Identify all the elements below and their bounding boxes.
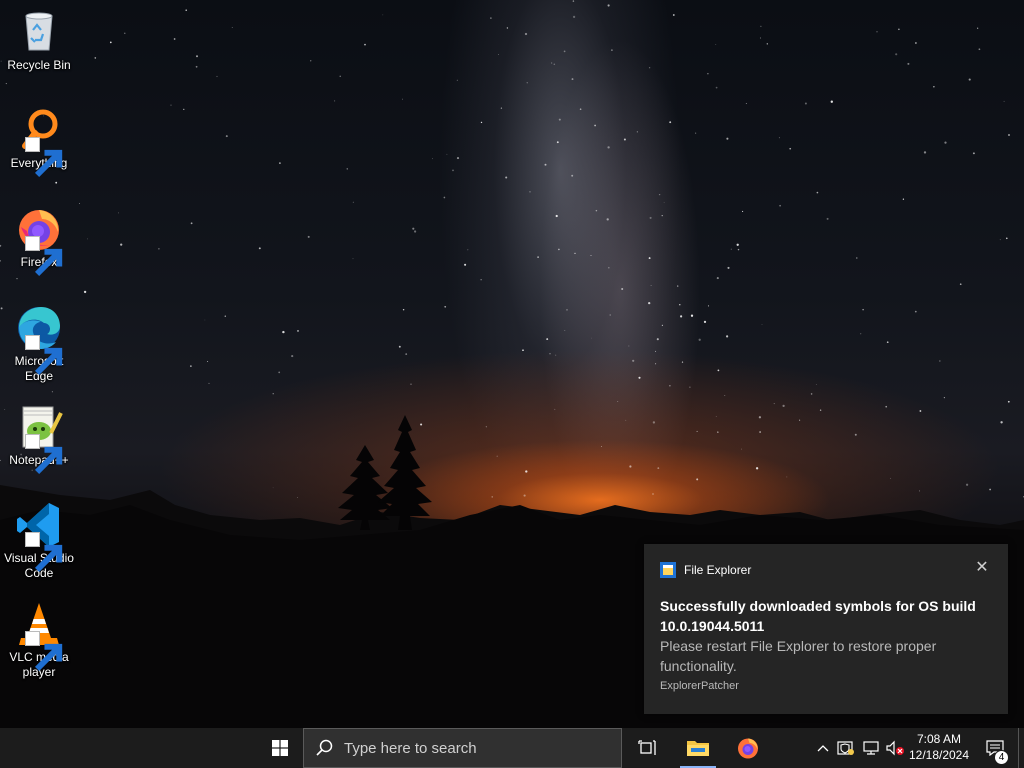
toast-title: Successfully downloaded symbols for OS b… [660,598,976,634]
edge-icon [15,304,63,376]
taskbar: Type here to search 7:08 AM 12/18/2024 4 [0,728,1024,768]
task-view-button[interactable] [626,728,668,768]
everything-search-icon [15,106,63,178]
tray-security-button[interactable] [836,728,856,768]
action-center-button[interactable]: 4 [980,728,1010,768]
taskbar-file-explorer-button[interactable] [676,728,720,768]
shortcut-arrow-icon [25,137,63,178]
shortcut-arrow-icon [25,532,63,573]
clock-date: 12/18/2024 [908,748,970,762]
desktop-icon-recycle-bin[interactable]: Recycle Bin [2,8,76,73]
chevron-up-icon [817,745,829,752]
desktop-icon-notepad-plus-plus[interactable]: Notepad++ [2,403,76,475]
recycle-bin-icon [15,8,63,56]
shortcut-arrow-icon [25,434,63,475]
toast-source: ExplorerPatcher [660,680,739,692]
network-icon [863,741,879,755]
windows-logo-icon [272,740,288,756]
shortcut-arrow-icon [25,335,63,376]
shortcut-arrow-icon [25,631,63,672]
show-desktop-button[interactable] [1018,728,1024,768]
security-shield-icon [837,741,854,755]
toast-app-name: File Explorer [684,563,752,577]
desktop-icon-visual-studio-code[interactable]: Visual Studio Code [2,501,76,581]
file-explorer-icon [660,562,676,578]
desktop-icon-everything[interactable]: Everything [2,106,76,178]
clock-time: 7:08 AM [916,732,962,746]
toast-close-button[interactable]: ✕ [974,560,990,576]
toast-body: Please restart File Explorer to restore … [660,638,937,674]
start-button[interactable] [258,728,302,768]
desktop-icon-vlc-media-player[interactable]: VLC media player [2,600,76,680]
search-icon [316,739,333,756]
show-hidden-icons-button[interactable] [812,728,834,768]
volume-muted-icon [886,740,904,756]
toast-app-header: File Explorer [660,562,751,578]
desktop-icon-label: Recycle Bin [7,58,71,72]
shortcut-arrow-icon [25,236,63,277]
desktop-icon-microsoft-edge[interactable]: Microsoft Edge [2,304,76,384]
tray-network-button[interactable] [860,728,882,768]
folder-icon [687,741,709,756]
notepad-plus-plus-icon [15,403,63,475]
search-placeholder: Type here to search [344,739,477,757]
vscode-icon [15,501,63,573]
task-view-icon [638,740,656,755]
firefox-icon [15,205,63,277]
tray-volume-button[interactable] [884,728,906,768]
notification-count-badge: 4 [994,750,1009,765]
firefox-icon [738,738,758,759]
notification-toast[interactable]: File Explorer ✕ Successfully downloaded … [644,544,1008,714]
vlc-icon [15,600,63,672]
taskbar-firefox-button[interactable] [726,728,770,768]
taskbar-search-box[interactable]: Type here to search [303,728,622,768]
taskbar-clock[interactable]: 7:08 AM 12/18/2024 [906,731,972,765]
desktop-icon-firefox[interactable]: Firefox [2,205,76,277]
